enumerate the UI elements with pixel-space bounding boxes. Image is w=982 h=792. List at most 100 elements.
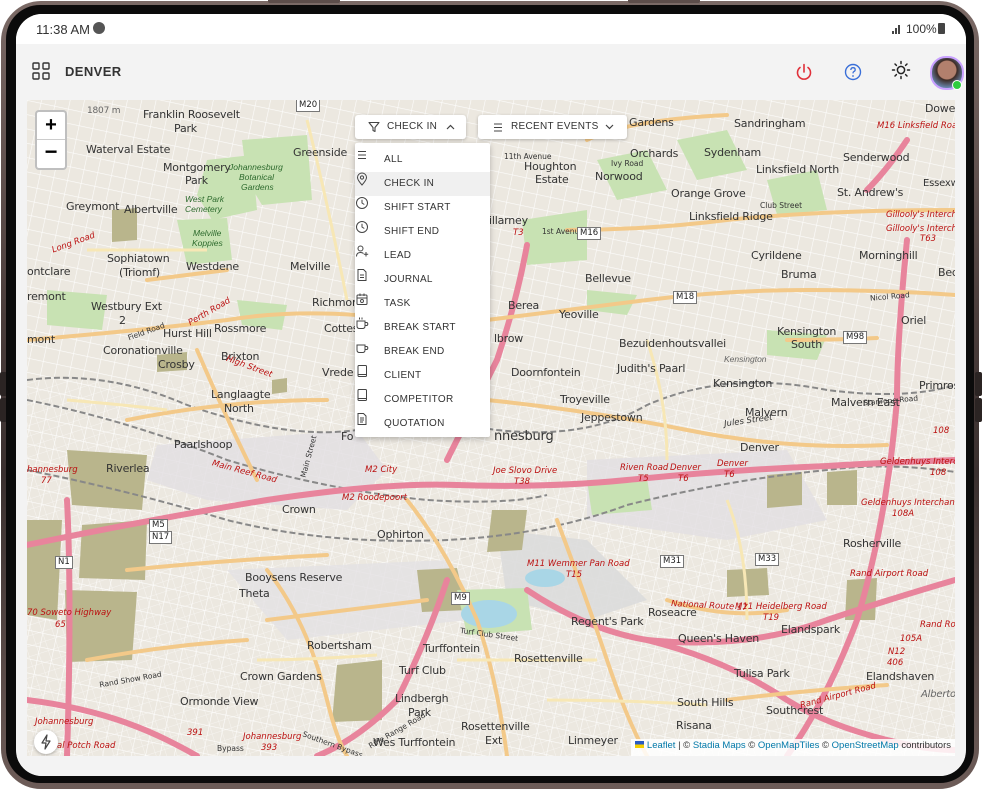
place-label: (Triomf)	[119, 266, 160, 279]
place-label: Park	[174, 122, 197, 135]
place-label: Albertville	[124, 203, 178, 216]
place-label: Oriel	[901, 314, 927, 327]
road-label: T6	[678, 474, 689, 484]
road-label: T19	[763, 613, 780, 623]
place-label: Norwood	[595, 170, 643, 183]
place-label: Essexw	[923, 178, 955, 189]
filter-icon	[368, 121, 380, 133]
openstreetmap-link[interactable]: OpenStreetMap	[832, 740, 899, 751]
invoice-icon	[357, 413, 367, 425]
screen: 11:38 AM 100% DENVER Franklin Roosevelt …	[16, 14, 966, 776]
place-label: Cyrildene	[751, 249, 802, 262]
street-label: 11th Avenue	[504, 152, 552, 161]
list-icon	[358, 151, 366, 159]
place-label: ontclare	[27, 265, 71, 278]
attribution-text: | ©	[675, 740, 693, 751]
menu-item-quotation[interactable]: QUOTATION	[355, 412, 490, 436]
menu-item-break-start[interactable]: BREAK START	[355, 316, 490, 340]
road-label: Johannesburg	[243, 732, 302, 742]
place-label: Lindbergh	[395, 692, 449, 705]
place-label: Bellevue	[585, 272, 631, 285]
place-label: Westbury Ext	[91, 300, 162, 313]
park-label: Cemetery	[185, 204, 222, 214]
zoom-in-button[interactable]: +	[37, 112, 65, 140]
place-label: Franklin Roosevelt	[143, 108, 240, 121]
place-label: Westdene	[186, 260, 239, 273]
calendar-icon	[356, 293, 368, 305]
signal-icon	[892, 25, 900, 34]
online-status-dot	[952, 80, 962, 90]
place-label: Ext	[485, 734, 503, 747]
device-hinge	[975, 398, 982, 422]
road-label: Gillooly's Interchange	[886, 210, 955, 220]
place-label: Crown	[282, 503, 316, 516]
chevron-up-icon	[446, 124, 455, 130]
menu-item-all[interactable]: ALL	[355, 148, 490, 172]
road-label: 105A	[900, 634, 923, 644]
road-label: 65	[55, 620, 66, 630]
road-label: T6	[724, 470, 735, 480]
road-label: N12	[888, 647, 906, 657]
road-label: M2 Roodepoort	[342, 493, 407, 503]
place-label: Dowe	[925, 102, 955, 115]
menu-item-break-end[interactable]: BREAK END	[355, 340, 490, 364]
road-label: 406	[887, 658, 904, 668]
place-label: Gardens	[629, 116, 674, 129]
place-label: Linmeyer	[568, 734, 618, 747]
help-icon[interactable]	[843, 62, 863, 82]
road-label: M11 Heidelberg Road	[735, 602, 827, 612]
road-label: 108A	[892, 509, 915, 519]
place-label: Elandspark	[781, 623, 841, 636]
place-label: Montgomery	[163, 161, 231, 174]
menu-item-label: CHECK IN	[384, 178, 435, 189]
road-label: T5	[638, 474, 649, 484]
road-label: M16 Linksfield Road	[877, 121, 955, 131]
quick-action-button[interactable]	[34, 730, 58, 754]
device-top-button	[268, 0, 340, 3]
place-label: Paarlshoop	[174, 438, 233, 451]
place-label: nnesburg	[494, 429, 554, 444]
stadia-link[interactable]: Stadia Maps	[693, 740, 746, 751]
leaflet-link[interactable]: Leaflet	[647, 740, 676, 751]
road-label: M2 City	[365, 465, 398, 475]
place-label: Crosby	[158, 358, 195, 371]
apps-grid-icon[interactable]	[32, 62, 50, 80]
recent-events-button[interactable]: RECENT EVENTS	[478, 115, 627, 139]
checkin-filter-button[interactable]: CHECK IN	[355, 115, 466, 139]
road-label: Gillooly's Interchange	[886, 224, 955, 234]
menu-item-journal[interactable]: JOURNAL	[355, 268, 490, 292]
place-label: Bruma	[781, 268, 817, 281]
message-notification-icon	[93, 22, 105, 34]
route-shield: M98	[843, 331, 868, 344]
map-tiles	[27, 100, 955, 756]
device-top-button	[628, 0, 700, 3]
park-label: Koppies	[192, 238, 223, 248]
zoom-out-button[interactable]: −	[37, 140, 65, 167]
menu-item-shift-start[interactable]: SHIFT START	[355, 196, 490, 220]
menu-item-shift-end[interactable]: SHIFT END	[355, 220, 490, 244]
power-icon[interactable]	[794, 62, 814, 82]
battery-icon	[938, 23, 945, 34]
road-label: Rand Road	[920, 620, 955, 630]
menu-item-check-in[interactable]: CHECK IN	[355, 172, 490, 196]
road-label: T3	[513, 228, 524, 238]
menu-item-lead[interactable]: LEAD	[355, 244, 490, 268]
menu-item-label: CLIENT	[384, 370, 422, 381]
road-label: Denver	[670, 463, 701, 473]
park-label: Melville	[193, 228, 222, 238]
menu-item-label: BREAK END	[384, 346, 445, 357]
place-label: Sandringham	[734, 117, 806, 130]
road-label: al Potch Road	[57, 741, 116, 751]
place-label: Park	[185, 174, 208, 187]
road-label: hannesburg	[27, 465, 78, 475]
menu-item-client[interactable]: CLIENT	[355, 364, 490, 388]
map[interactable]: Franklin Roosevelt Park Waterval Estate …	[27, 100, 955, 756]
menu-item-competitor[interactable]: COMPETITOR	[355, 388, 490, 412]
theme-toggle-icon[interactable]	[891, 60, 911, 80]
menu-item-task[interactable]: TASK	[355, 292, 490, 316]
openmaptiles-link[interactable]: OpenMapTiles	[758, 740, 819, 751]
place-label: St. Andrew's	[837, 186, 904, 199]
place-label: Fo	[341, 430, 354, 443]
book-icon	[357, 389, 367, 401]
menu-item-label: ALL	[384, 154, 403, 165]
